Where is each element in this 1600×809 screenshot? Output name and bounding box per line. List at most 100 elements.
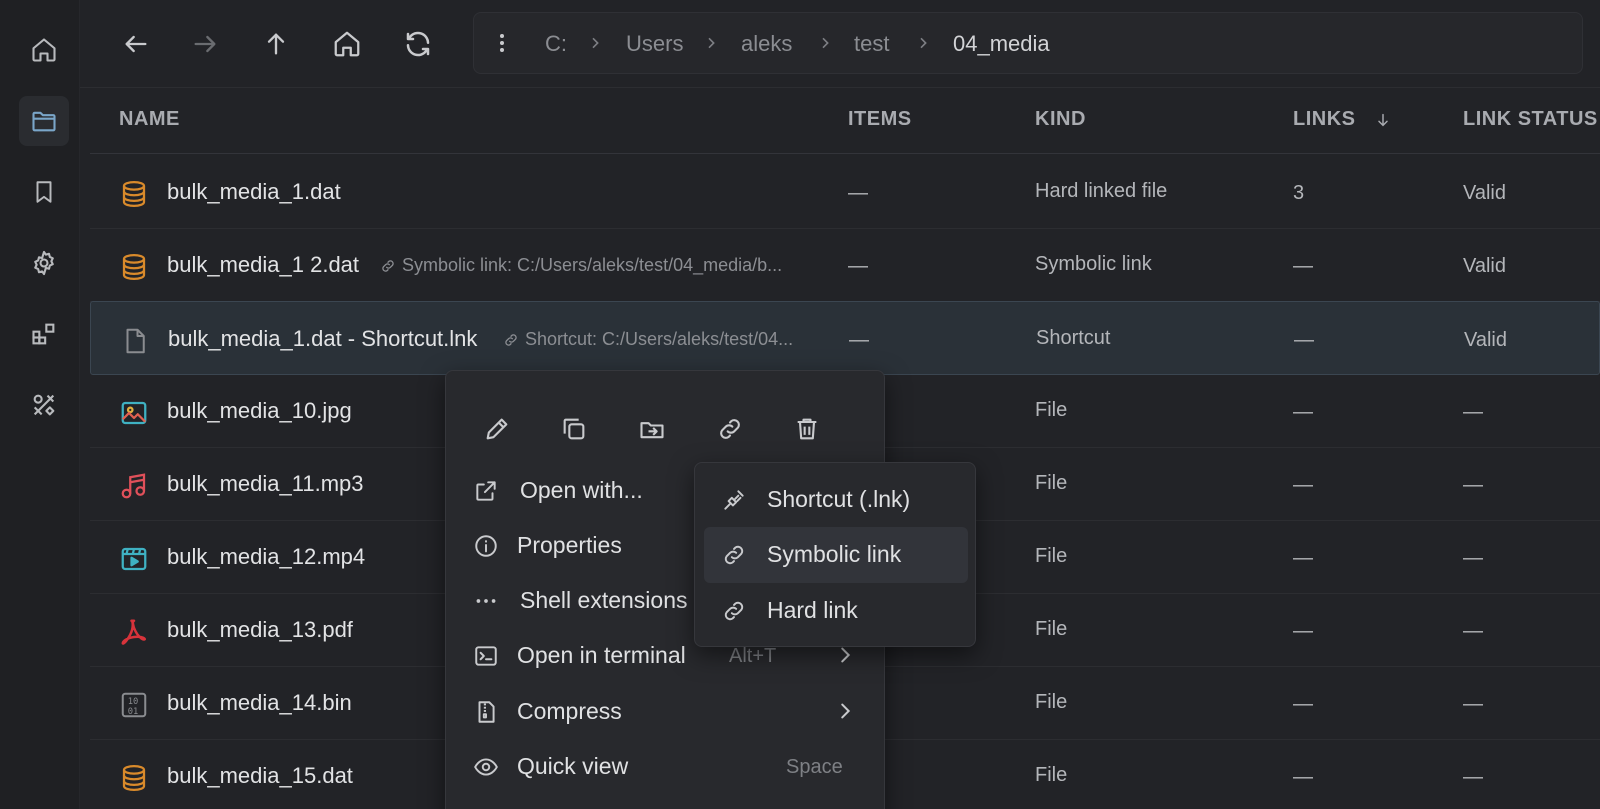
forward-button[interactable] (181, 22, 229, 66)
info-icon (473, 533, 499, 559)
cell-links: — (1293, 693, 1313, 715)
file-name: bulk_media_14.bin (167, 690, 352, 715)
cell-link-status: — (1463, 693, 1483, 715)
chevron-right-icon (834, 700, 856, 722)
tools-icon (30, 391, 58, 419)
database-icon (119, 179, 149, 209)
sidebar-extensions-button[interactable] (19, 309, 69, 359)
more-vertical-icon[interactable] (490, 31, 514, 55)
video-icon (119, 544, 149, 574)
address-bar[interactable]: C: Users aleks test 04_media (473, 12, 1583, 74)
shortcut-plug-icon (721, 487, 747, 513)
extensions-icon (30, 320, 58, 348)
home-button[interactable] (323, 22, 371, 66)
breadcrumb-segment[interactable]: C: (545, 31, 567, 57)
toolbar: C: Users aleks test 04_media (80, 0, 1600, 88)
rename-pencil-icon (483, 415, 511, 443)
cell-link-status: — (1463, 547, 1483, 569)
rename-button[interactable] (469, 401, 525, 457)
table-row[interactable]: bulk_media_1 2.dat Symbolic link: C:/User… (90, 228, 1600, 302)
sidebar-settings-button[interactable] (19, 238, 69, 288)
column-header-link-status[interactable]: LINK STATUS (1463, 108, 1598, 131)
file-name: bulk_media_12.mp4 (167, 544, 366, 569)
eye-icon (473, 754, 499, 780)
menu-item-label: Open with... (520, 477, 643, 503)
sidebar-files-button[interactable] (19, 96, 69, 146)
cell-link-status: — (1463, 766, 1483, 788)
binary-icon: 10 01 (119, 690, 149, 720)
menu-item-label: Quick view (517, 753, 629, 779)
submenu-item-hard-link[interactable]: Hard link (704, 583, 968, 639)
column-header-kind[interactable]: KIND (1035, 108, 1086, 131)
terminal-icon (473, 643, 499, 669)
up-button[interactable] (252, 22, 300, 66)
table-row[interactable]: bulk_media_1.dat - Shortcut.lnk Shortcut:… (90, 301, 1600, 375)
home-icon (332, 29, 362, 59)
cell-kind: File (1035, 764, 1068, 786)
cell-links: — (1293, 547, 1313, 569)
cell-link-status: Valid (1464, 329, 1507, 351)
table-row[interactable]: bulk_media_1.dat — Hard linked file 3 Valid (90, 155, 1600, 229)
column-header-links[interactable]: LINKS (1293, 108, 1356, 131)
sidebar (0, 0, 80, 809)
svg-text:01: 01 (128, 707, 139, 717)
sidebar-home-button[interactable] (19, 25, 69, 75)
link-target-text: Shortcut: C:/Users/aleks/test/04... (525, 329, 794, 349)
cell-link-status: — (1463, 474, 1483, 496)
submenu-item-label: Shortcut (.lnk) (767, 486, 911, 512)
submenu-item-shortcut[interactable]: Shortcut (.lnk) (704, 472, 968, 528)
copy-icon (560, 415, 588, 443)
cell-links: — (1293, 766, 1313, 788)
breadcrumb-current[interactable]: 04_media (953, 31, 1050, 57)
file-name: bulk_media_1.dat - Shortcut.lnk (168, 326, 478, 351)
folder-icon (30, 107, 58, 135)
chevron-right-icon (817, 35, 833, 51)
breadcrumb-segment[interactable]: test (854, 31, 889, 57)
move-button[interactable] (624, 401, 680, 457)
trash-icon (793, 415, 821, 443)
cell-link-status: — (1463, 401, 1483, 423)
menu-item-compress[interactable]: Compress (456, 685, 876, 739)
submenu-item-label: Symbolic link (767, 541, 902, 567)
database-icon (119, 763, 149, 793)
copy-button[interactable] (546, 401, 602, 457)
submenu-item-symbolic-link[interactable]: Symbolic link (704, 527, 968, 583)
column-header-row: NAME ITEMS KIND LINKS LINK STATUS (90, 88, 1600, 154)
link-target-info: Shortcut: C:/Users/aleks/test/04... (503, 329, 793, 350)
file-name: bulk_media_10.jpg (167, 398, 352, 423)
breadcrumb-segment[interactable]: Users (626, 31, 683, 57)
file-name: bulk_media_1.dat (167, 179, 341, 204)
menu-item-quick-view[interactable]: Quick view Space (456, 740, 876, 794)
breadcrumb-segment[interactable]: aleks (741, 31, 792, 57)
ellipsis-icon (473, 588, 499, 614)
back-button[interactable] (112, 22, 160, 66)
column-header-name[interactable]: NAME (119, 108, 180, 131)
cell-links: — (1293, 620, 1313, 642)
cell-kind: File (1035, 618, 1068, 640)
link-target-info: Symbolic link: C:/Users/aleks/test/04_me… (380, 255, 782, 276)
music-icon (119, 471, 149, 501)
link-icon (503, 332, 519, 348)
svg-text:10: 10 (128, 697, 139, 707)
cell-kind: Hard linked file (1035, 180, 1168, 202)
link-icon (380, 258, 396, 274)
sidebar-bookmarks-button[interactable] (19, 167, 69, 217)
sidebar-tools-button[interactable] (19, 380, 69, 430)
cell-links: — (1293, 474, 1313, 496)
cell-items: — (849, 329, 869, 351)
menu-item-label: Properties (517, 532, 622, 558)
cell-items: — (848, 182, 868, 204)
back-arrow-icon (122, 30, 150, 58)
cell-items: — (848, 255, 868, 277)
cell-links: — (1293, 255, 1313, 277)
sort-descending-icon (1375, 111, 1391, 129)
refresh-button[interactable] (394, 22, 442, 66)
delete-button[interactable] (779, 401, 835, 457)
link-button[interactable] (702, 401, 758, 457)
cell-link-status: Valid (1463, 255, 1506, 277)
column-header-items[interactable]: ITEMS (848, 108, 912, 131)
file-name: bulk_media_1 2.dat (167, 252, 360, 277)
cell-kind: File (1035, 472, 1068, 494)
cell-kind: Symbolic link (1035, 253, 1152, 275)
cell-kind: File (1035, 399, 1068, 421)
